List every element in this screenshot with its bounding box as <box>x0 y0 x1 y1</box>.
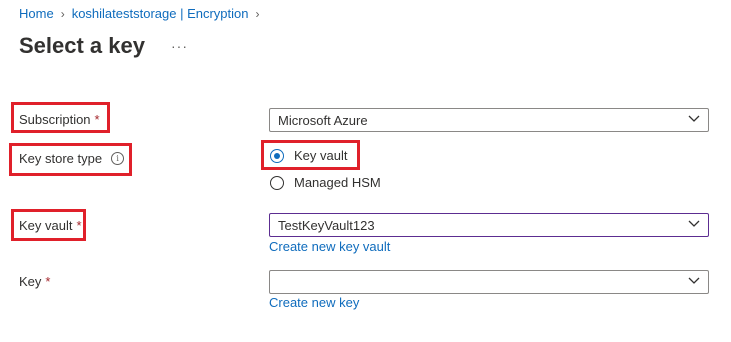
breadcrumb-home[interactable]: Home <box>19 6 54 21</box>
required-marker: * <box>45 274 51 289</box>
create-new-key-link[interactable]: Create new key <box>269 295 359 310</box>
chevron-right-icon: › <box>255 6 260 21</box>
chevron-down-icon <box>688 277 700 284</box>
chevron-right-icon: › <box>60 6 65 21</box>
key-dropdown[interactable] <box>269 270 709 294</box>
subscription-label: Subscription * <box>19 112 100 127</box>
more-icon[interactable]: ··· <box>171 38 188 54</box>
subscription-value: Microsoft Azure <box>278 112 368 128</box>
breadcrumb: Home › koshilateststorage | Encryption › <box>19 6 267 21</box>
key-vault-label-text: Key vault <box>19 218 73 233</box>
radio-key-vault-label: Key vault <box>294 148 348 163</box>
required-marker: * <box>76 218 82 233</box>
key-store-type-label-text: Key store type <box>19 151 103 166</box>
page-title: Select a key <box>19 33 145 58</box>
chevron-down-icon <box>688 115 700 122</box>
select-key-page: Home › koshilateststorage | Encryption ›… <box>0 0 731 342</box>
key-vault-dropdown[interactable]: TestKeyVault123 <box>269 213 709 237</box>
breadcrumb-storage-encryption[interactable]: koshilateststorage | Encryption <box>72 6 249 21</box>
radio-managed-hsm-button[interactable] <box>270 175 284 190</box>
radio-managed-hsm-label: Managed HSM <box>294 175 381 190</box>
chevron-down-icon <box>688 220 700 227</box>
create-new-key-vault-link[interactable]: Create new key vault <box>269 239 390 254</box>
key-label-text: Key <box>19 274 42 289</box>
radio-key-vault-button[interactable] <box>270 148 284 163</box>
key-vault-label: Key vault * <box>19 218 82 233</box>
key-vault-value: TestKeyVault123 <box>278 217 375 233</box>
radio-managed-hsm[interactable]: Managed HSM <box>270 175 381 190</box>
radio-key-vault[interactable]: Key vault <box>270 148 347 163</box>
subscription-dropdown[interactable]: Microsoft Azure <box>269 108 709 132</box>
key-label: Key * <box>19 274 50 289</box>
info-icon[interactable]: i <box>111 152 125 165</box>
required-marker: * <box>94 112 100 127</box>
subscription-label-text: Subscription <box>19 112 91 127</box>
key-store-type-label: Key store type i <box>19 151 125 166</box>
